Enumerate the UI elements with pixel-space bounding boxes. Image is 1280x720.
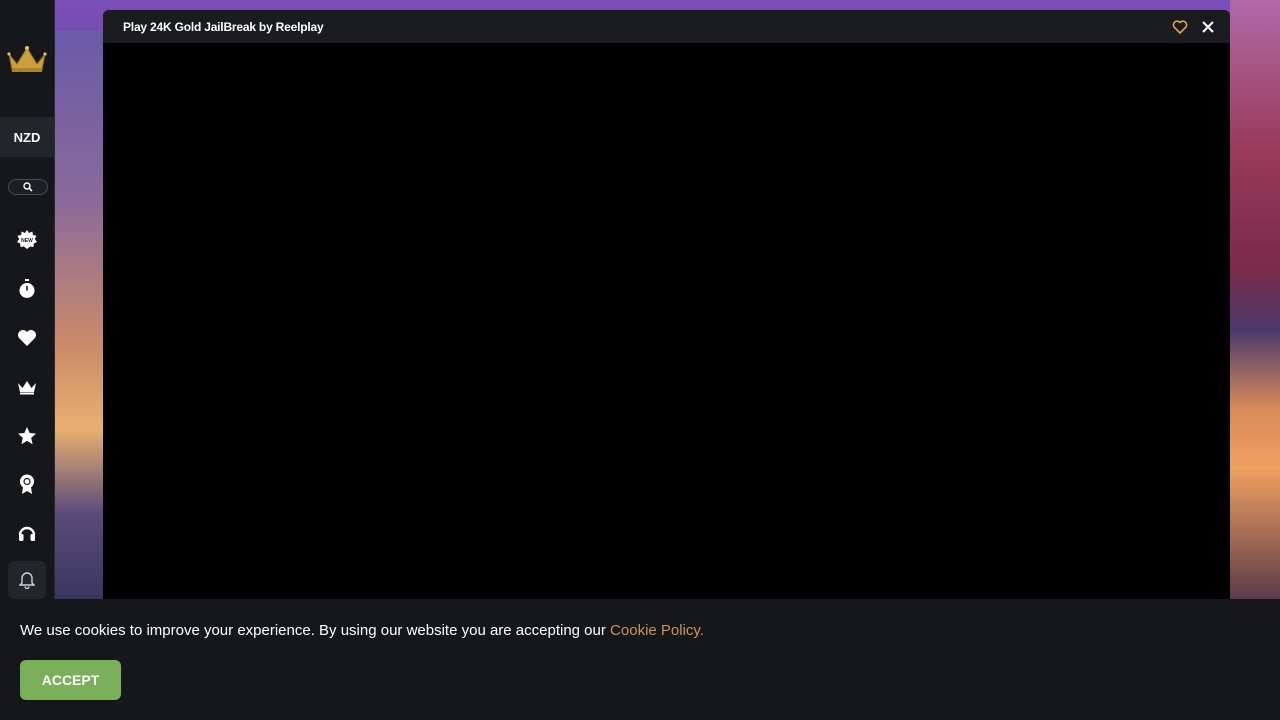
notifications-button[interactable] <box>8 561 46 599</box>
award-ribbon-icon <box>20 474 34 494</box>
search-button[interactable] <box>8 179 48 195</box>
cookie-message: We use cookies to improve your experienc… <box>20 622 704 639</box>
recent-games-button[interactable] <box>13 275 41 303</box>
crown-logo-icon[interactable] <box>7 44 47 74</box>
close-icon <box>1202 21 1214 33</box>
star-icon <box>18 427 36 445</box>
modal-title: Play 24K Gold JailBreak by Reelplay <box>123 19 324 34</box>
currency-label: NZD <box>13 129 41 145</box>
promotions-button[interactable] <box>13 470 41 498</box>
accept-button[interactable]: ACCEPT <box>20 660 121 700</box>
background-building-left <box>55 30 105 600</box>
new-badge-icon: NEW <box>17 230 37 249</box>
vip-button[interactable] <box>13 373 41 401</box>
heart-outline-icon <box>1172 20 1188 34</box>
svg-text:NEW: NEW <box>21 238 33 244</box>
background-building-right <box>1230 0 1280 600</box>
top-games-button[interactable] <box>13 422 41 450</box>
search-icon <box>23 182 33 192</box>
favorite-button[interactable] <box>1172 19 1188 35</box>
headset-icon <box>18 526 36 541</box>
favorites-button[interactable] <box>13 324 41 352</box>
crown-icon <box>18 381 36 395</box>
game-frame[interactable] <box>103 43 1230 600</box>
heart-icon <box>18 330 36 346</box>
currency-selector[interactable]: NZD <box>0 117 54 157</box>
cookie-banner: We use cookies to improve your experienc… <box>0 599 1280 720</box>
modal-header: Play 24K Gold JailBreak by Reelplay <box>103 10 1230 43</box>
sidebar: NZD NEW <box>0 0 55 600</box>
support-button[interactable] <box>13 519 41 547</box>
stopwatch-icon <box>19 279 35 298</box>
bell-icon <box>19 572 35 589</box>
close-button[interactable] <box>1200 19 1216 35</box>
cookie-text: We use cookies to improve your experienc… <box>20 622 611 639</box>
new-games-button[interactable]: NEW <box>13 226 41 254</box>
cookie-policy-link[interactable]: Cookie Policy. <box>610 622 704 639</box>
game-modal: Play 24K Gold JailBreak by Reelplay <box>103 10 1230 600</box>
